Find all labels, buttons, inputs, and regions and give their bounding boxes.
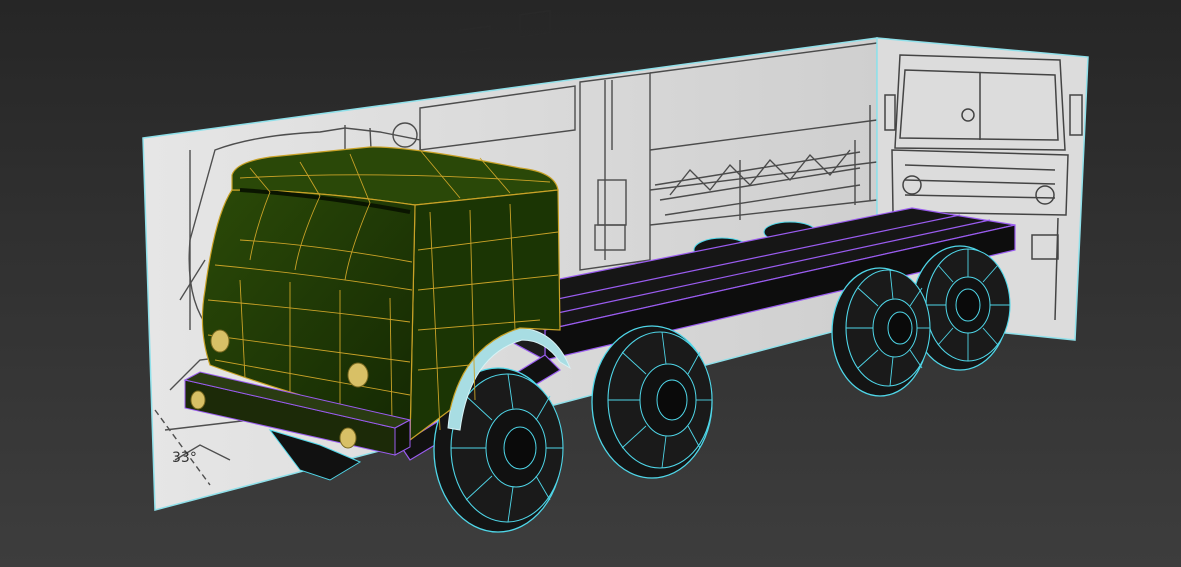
- 3d-viewport[interactable]: 33°: [0, 0, 1181, 567]
- right-headlight: [347, 362, 369, 388]
- bumper-light-left: [190, 390, 206, 410]
- rear-wheel-2[interactable]: [831, 267, 931, 397]
- bumper-light-right: [339, 427, 357, 449]
- middle-wheel[interactable]: [591, 325, 713, 479]
- blueprint-angle-label: 33°: [172, 450, 197, 466]
- left-headlight: [210, 329, 230, 353]
- viewport-scene[interactable]: 33°: [0, 0, 1181, 567]
